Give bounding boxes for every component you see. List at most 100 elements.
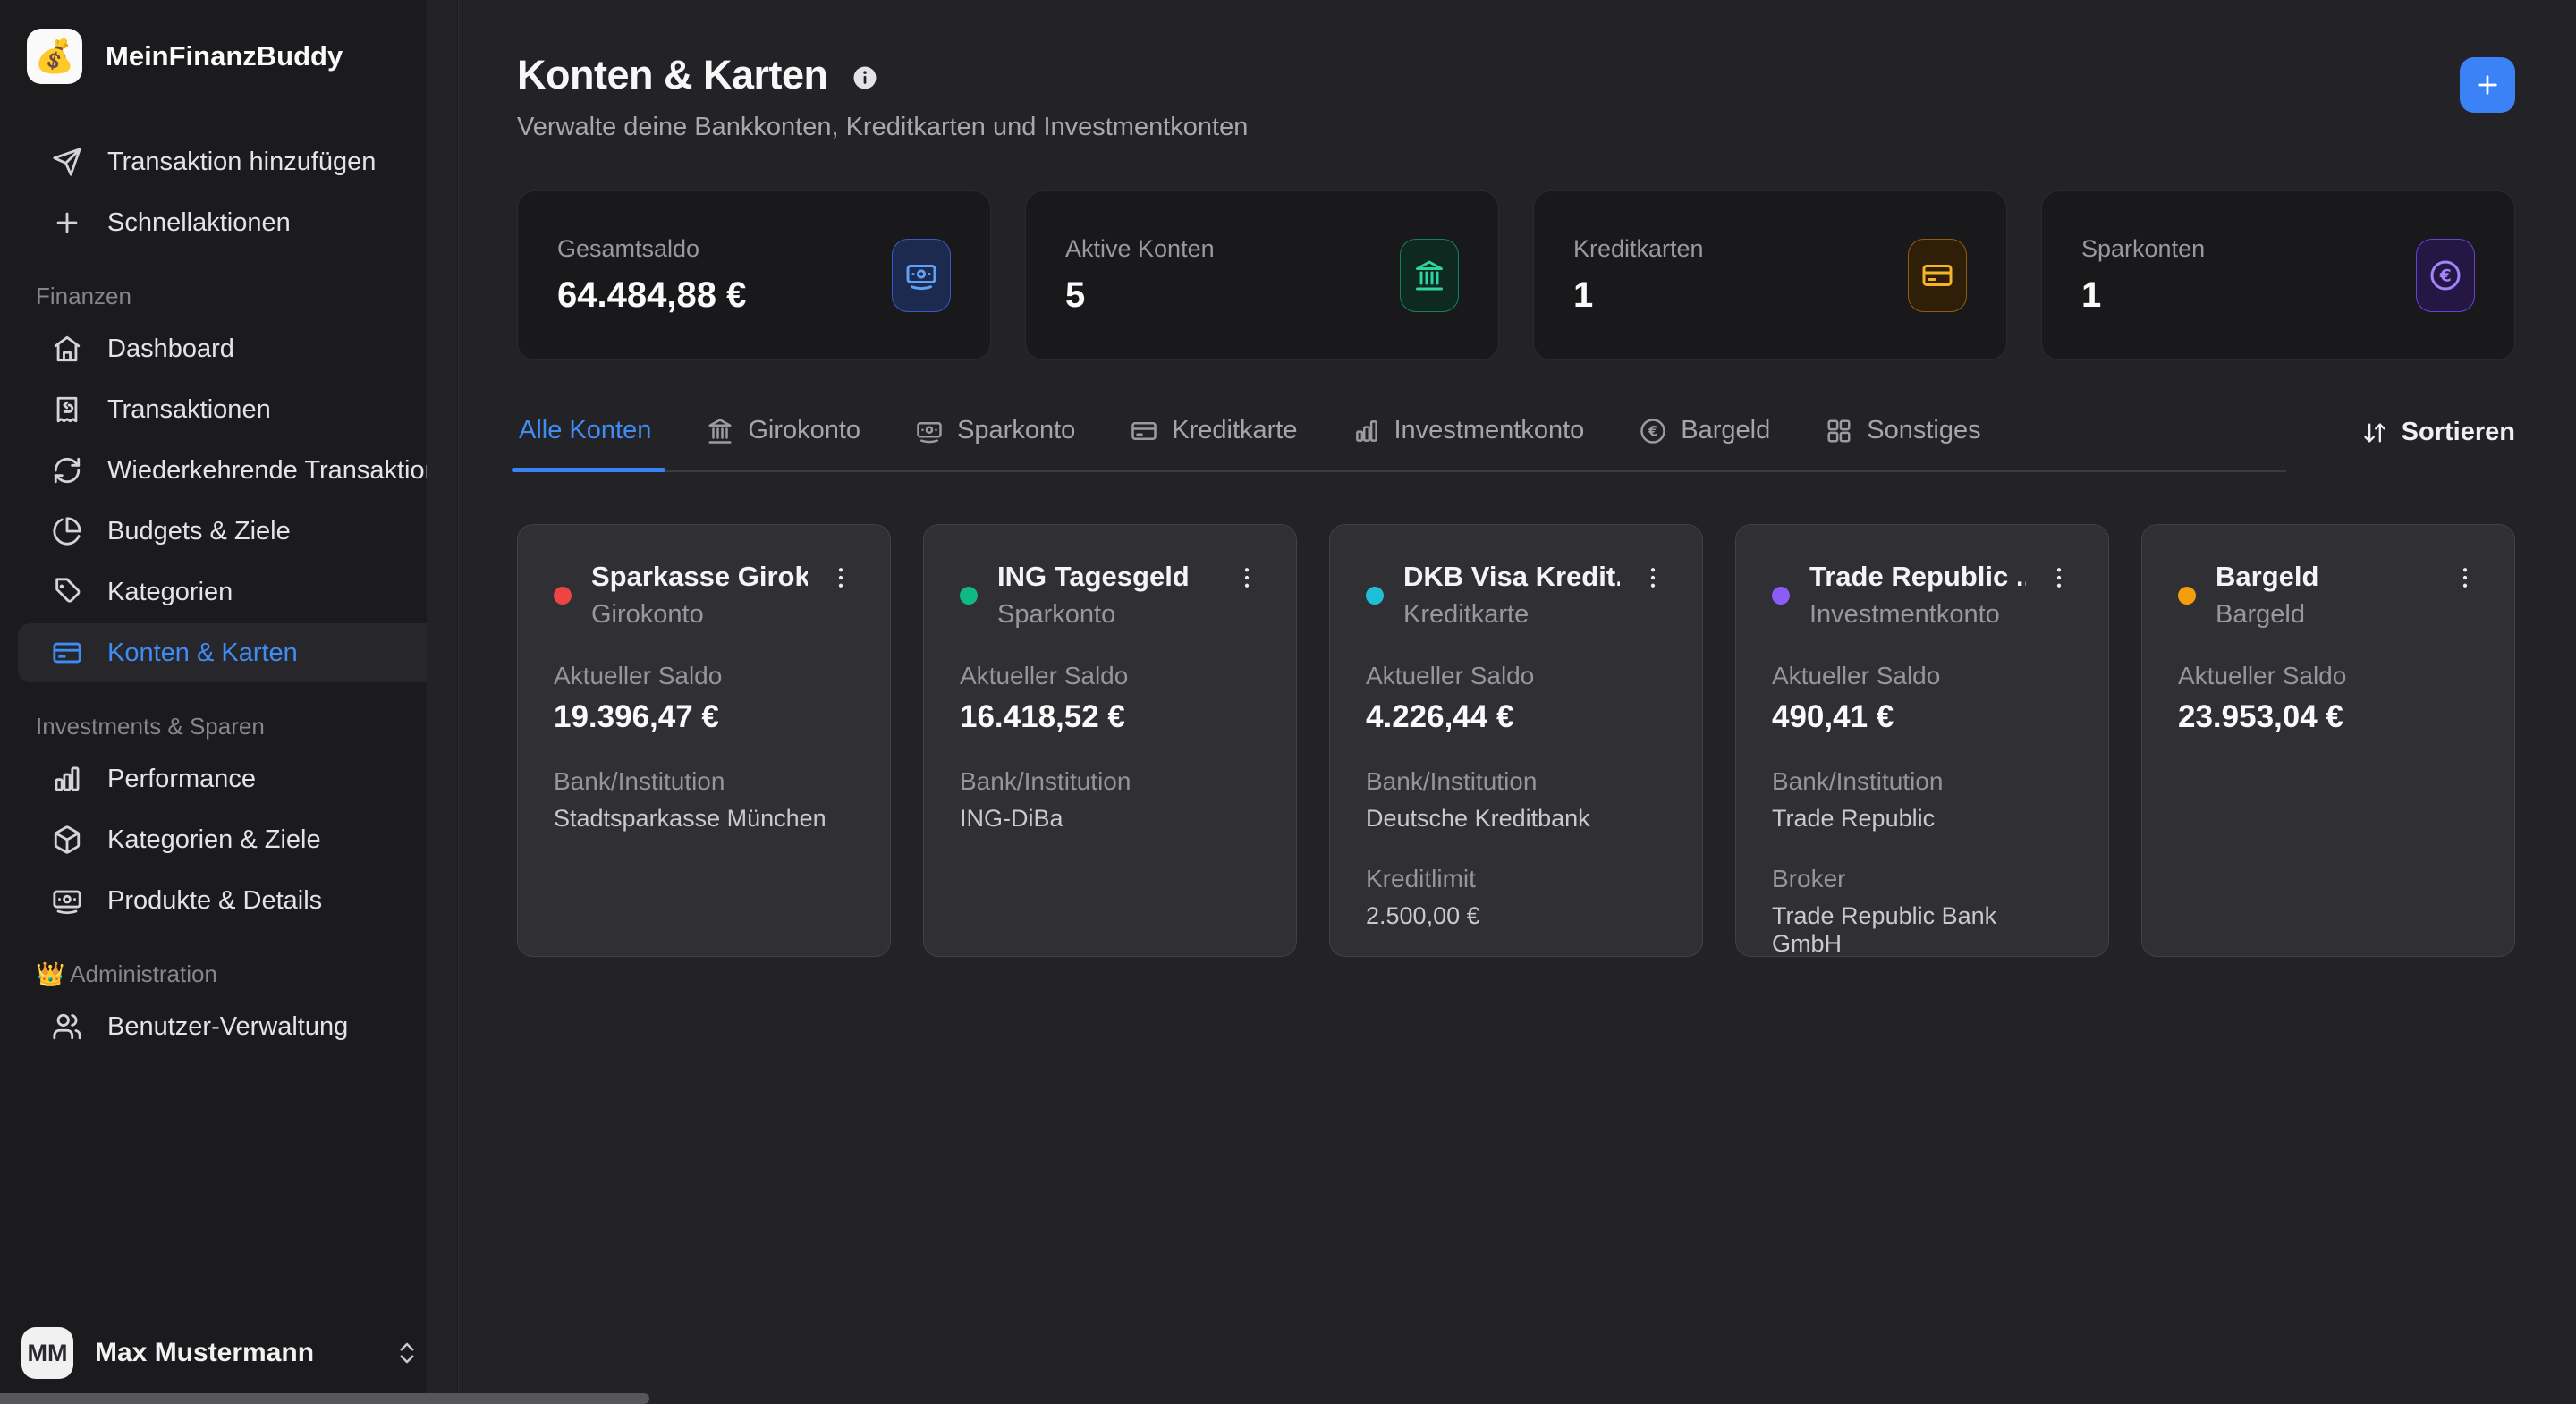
tab-sonstiges[interactable]: Sonstiges [1824,410,1982,470]
kebab-menu-icon[interactable] [1233,564,1260,591]
banknote-icon [905,259,937,292]
main-content: Konten & Karten Verwalte deine Bankkonte… [459,0,2576,1404]
sidebar-item-budgets-ziele[interactable]: Budgets & Ziele [18,502,440,561]
sort-button[interactable]: Sortieren [2362,418,2515,447]
sidebar-item-kategorien-ziele[interactable]: Kategorien & Ziele [18,810,440,869]
account-field: Bank/Institution Trade Republic [1772,767,2072,833]
credit-card-icon-tile [1908,239,1967,312]
tab-label: Kreditkarte [1172,416,1297,445]
tab-sparkonto[interactable]: Sparkonto [914,410,1077,470]
users-icon [52,1011,82,1042]
send-icon [52,147,82,177]
summary-card-sparkonten: Sparkonten 1 € [2041,190,2515,360]
summary-value: 1 [1573,275,1704,316]
field-label: Aktueller Saldo [1772,662,2072,690]
field-value: Trade Republic [1772,805,2072,833]
field-value: Stadtsparkasse München [554,805,854,833]
field-value: Trade Republic Bank GmbH [1772,902,2072,957]
summary-value: 64.484,88 € [557,275,746,316]
sidebar-item-konten-karten[interactable]: Konten & Karten [18,623,440,682]
tab-kreditkarte[interactable]: Kreditkarte [1129,410,1299,470]
tab-bargeld[interactable]: € Bargeld [1638,410,1772,470]
sidebar-item-produkte-details[interactable]: Produkte & Details [18,871,440,930]
sidebar-item-dashboard[interactable]: Dashboard [18,319,440,378]
account-type-tabs: Alle Konten Girokonto Sparkonto Kreditka… [517,410,2286,472]
tab-alle-konten[interactable]: Alle Konten [517,410,653,470]
bank-icon-tile [1400,239,1459,312]
sidebar-item-kategorien[interactable]: Kategorien [18,562,440,622]
account-card-ing[interactable]: ING Tagesgeld Sparkonto Aktueller Saldo … [923,524,1297,957]
sidebar-item-performance[interactable]: Performance [18,749,440,808]
sidebar-section-administration-items: Benutzer-Verwaltung [0,997,458,1056]
field-label: Bank/Institution [960,767,1260,796]
sidebar-item-wiederkehrende-transaktionen[interactable]: Wiederkehrende Transaktionen [18,441,440,500]
euro-icon: € [2429,259,2462,292]
kebab-menu-icon[interactable] [2452,564,2479,591]
summary-label: Gesamtsaldo [557,235,746,263]
account-name: ING Tagesgeld [997,561,1214,593]
summary-card-aktive-konten: Aktive Konten 5 [1025,190,1499,360]
credit-card-icon [1131,418,1157,444]
receipt-icon [52,394,82,425]
avatar: MM [21,1327,73,1379]
account-field: Bank/Institution Deutsche Kreditbank [1366,767,1666,833]
summary-label: Sparkonten [2081,235,2205,263]
sidebar-scrollbar-track[interactable] [427,0,457,1404]
sidebar-item-schnellaktionen[interactable]: Schnellaktionen [18,193,440,252]
account-field: Aktueller Saldo 490,41 € [1772,662,2072,735]
account-field: Aktueller Saldo 4.226,44 € [1366,662,1666,735]
tab-label: Girokonto [748,416,860,445]
sidebar-item-label: Dashboard [107,334,234,364]
sort-button-label: Sortieren [2402,418,2515,447]
add-account-button[interactable] [2460,57,2515,113]
tab-investmentkonto[interactable]: Investmentkonto [1352,410,1587,470]
sidebar-section-investments-items: Performance Kategorien & Ziele Produkte … [0,749,458,930]
user-name: Max Mustermann [95,1338,314,1368]
sidebar-item-transaktionen[interactable]: Transaktionen [18,380,440,439]
sidebar-item-label: Benutzer-Verwaltung [107,1012,348,1042]
sidebar-item-benutzer-verwaltung[interactable]: Benutzer-Verwaltung [18,997,440,1056]
tab-label: Sonstiges [1867,416,1980,445]
arrow-up-down-icon [2362,420,2387,445]
tab-girokonto[interactable]: Girokonto [705,410,862,470]
sidebar-item-label: Wiederkehrende Transaktionen [107,456,440,486]
field-value: 19.396,47 € [554,699,854,735]
account-field: Broker Trade Republic Bank GmbH [1772,865,2072,957]
account-name: DKB Visa Kredit... [1403,561,1620,593]
sidebar-section-investments: Investments & Sparen [0,713,458,740]
summary-value: 5 [1065,275,1215,316]
account-field: Aktueller Saldo 19.396,47 € [554,662,854,735]
field-value: ING-DiBa [960,805,1260,833]
field-value: Deutsche Kreditbank [1366,805,1666,833]
field-label: Aktueller Saldo [960,662,1260,690]
account-card-sparkasse[interactable]: Sparkasse Girok... Girokonto Aktueller S… [517,524,891,957]
summary-card-gesamtsaldo: Gesamtsaldo 64.484,88 € [517,190,991,360]
horizontal-scrollbar-thumb[interactable] [0,1393,649,1404]
account-card-dkb[interactable]: DKB Visa Kredit... Kreditkarte Aktueller… [1329,524,1703,957]
kebab-menu-icon[interactable] [827,564,854,591]
kebab-menu-icon[interactable] [1640,564,1666,591]
euro-icon: € [1640,418,1666,444]
bank-icon [1413,259,1445,292]
field-value: 490,41 € [1772,699,2072,735]
field-value: 16.418,52 € [960,699,1260,735]
account-type: Kreditkarte [1403,600,1620,630]
field-value: 2.500,00 € [1366,902,1666,930]
summary-cards: Gesamtsaldo 64.484,88 € Aktive Konten 5 … [517,190,2515,360]
sidebar-item-transaktion-hinzufuegen[interactable]: Transaktion hinzufügen [18,132,440,191]
account-card-trade-republic[interactable]: Trade Republic ... Investmentkonto Aktue… [1735,524,2109,957]
sidebar-item-label: Kategorien [107,578,233,607]
sidebar-section-administration: 👑 Administration [0,960,458,988]
account-field: Kreditlimit 2.500,00 € [1366,865,1666,930]
sidebar-item-label: Schnellaktionen [107,208,291,238]
account-card-bargeld[interactable]: Bargeld Bargeld Aktueller Saldo 23.953,0… [2141,524,2515,957]
tab-label: Alle Konten [519,416,651,445]
info-icon[interactable] [852,64,878,91]
sidebar-item-label: Transaktionen [107,395,271,425]
kebab-menu-icon[interactable] [2046,564,2072,591]
account-type: Bargeld [2216,600,2432,630]
user-menu[interactable]: MM Max Mustermann [21,1327,420,1379]
sidebar: 💰 MeinFinanzBuddy Transaktion hinzufügen… [0,0,459,1404]
account-type: Investmentkonto [1809,600,2026,630]
account-type: Girokonto [591,600,808,630]
